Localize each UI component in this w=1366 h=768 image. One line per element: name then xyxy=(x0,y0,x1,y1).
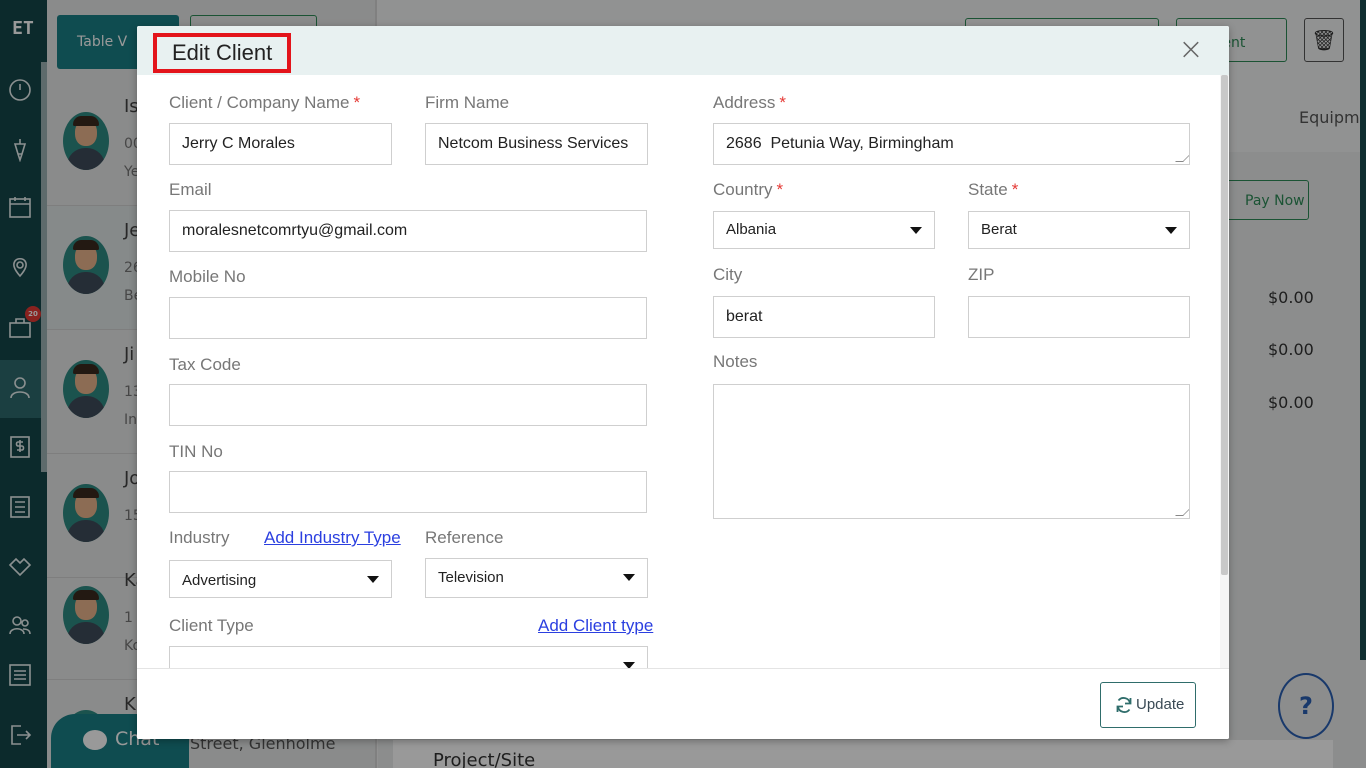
country-select-value: Albania xyxy=(726,221,777,238)
address-textarea[interactable]: 2686 Petunia Way, Birmingham xyxy=(713,123,1190,165)
resize-handle-icon[interactable] xyxy=(1175,508,1189,516)
chevron-down-icon xyxy=(367,576,379,583)
notes-label: Notes xyxy=(713,352,758,371)
add-client-type-link[interactable]: Add Client type xyxy=(538,616,653,636)
modal-body: Client / Company Name * Jerry C Morales F… xyxy=(137,75,1229,668)
client-type-select[interactable] xyxy=(169,646,648,668)
mobile-label: Mobile No xyxy=(169,267,246,286)
zip-field[interactable] xyxy=(968,296,1190,338)
chevron-down-icon xyxy=(623,574,635,581)
industry-select[interactable]: Advertising xyxy=(169,560,392,598)
state-select-value: Berat xyxy=(981,221,1017,238)
refresh-icon xyxy=(1116,697,1132,713)
modal-title: Edit Client xyxy=(153,33,292,73)
address-value: 2686 Petunia Way, Birmingham xyxy=(726,135,954,152)
chevron-down-icon xyxy=(910,227,922,234)
tax-code-field[interactable] xyxy=(169,384,647,426)
zip-label: ZIP xyxy=(968,265,995,284)
resize-handle-icon[interactable] xyxy=(1175,154,1189,162)
client-type-label: Client Type xyxy=(169,616,254,635)
industry-label: Industry xyxy=(169,528,230,547)
state-label: State * xyxy=(968,180,1019,199)
add-industry-type-link[interactable]: Add Industry Type xyxy=(264,528,401,548)
modal-footer: Update xyxy=(137,668,1229,739)
client-name-input[interactable]: Jerry C Morales xyxy=(169,123,392,165)
chevron-down-icon xyxy=(1165,227,1177,234)
modal-scrollbar[interactable] xyxy=(1220,75,1229,668)
country-label: Country * xyxy=(713,180,784,199)
edit-client-modal: Edit Client × Client / Company Name * Jer… xyxy=(137,26,1229,739)
address-label: Address * xyxy=(713,93,786,112)
city-field[interactable]: berat xyxy=(713,296,935,338)
email-label: Email xyxy=(169,180,212,199)
client-name-label: Client / Company Name * xyxy=(169,93,361,112)
reference-select[interactable]: Television xyxy=(425,558,648,598)
reference-label: Reference xyxy=(425,528,504,547)
email-field[interactable]: moralesnetcomrtyu@gmail.com xyxy=(169,210,647,252)
firm-name-label: Firm Name xyxy=(425,93,510,112)
tax-code-label: Tax Code xyxy=(169,355,241,374)
mobile-field[interactable] xyxy=(169,297,647,339)
tin-no-label: TIN No xyxy=(169,442,223,461)
close-icon[interactable]: × xyxy=(1177,35,1205,65)
industry-select-value: Advertising xyxy=(182,572,257,589)
reference-select-value: Television xyxy=(438,569,504,586)
state-select[interactable]: Berat xyxy=(968,211,1190,249)
city-label: City xyxy=(713,265,743,284)
firm-name-input[interactable]: Netcom Business Services xyxy=(425,123,648,165)
update-button-label: Update xyxy=(1136,696,1185,713)
modal-header: Edit Client × xyxy=(137,26,1229,75)
tin-no-field[interactable] xyxy=(169,471,647,513)
modal-scrollbar-thumb[interactable] xyxy=(1221,75,1228,575)
notes-textarea[interactable] xyxy=(713,384,1190,519)
update-button[interactable]: Update xyxy=(1100,682,1196,728)
country-select[interactable]: Albania xyxy=(713,211,935,249)
